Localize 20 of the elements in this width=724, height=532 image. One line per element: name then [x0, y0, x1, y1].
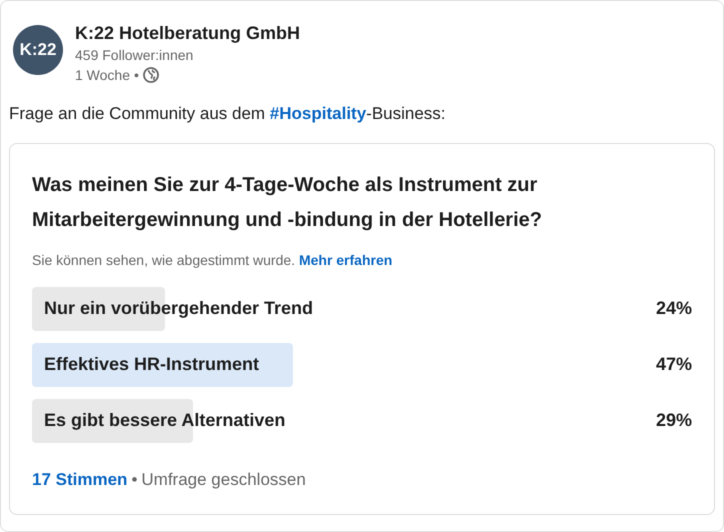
option-percent: 24% — [656, 297, 692, 320]
poll-question: Was meinen Sie zur 4-Tage-Woche als Instrument zur Mitarbeitergewinnung und -bindung in der Hotellerie? — [32, 172, 543, 232]
company-avatar[interactable]: K:22 — [13, 25, 63, 75]
option-percent: 47% — [656, 353, 692, 376]
option-percent: 29% — [656, 409, 692, 432]
learn-more-link[interactable]: Mehr erfahren — [298, 252, 392, 268]
follower-count: 459 Follower:innen — [75, 46, 194, 65]
separator-dot: • — [134, 66, 139, 85]
globe-icon — [142, 67, 159, 83]
hashtag-link[interactable]: #Hospitality — [270, 104, 366, 123]
option-label: Effektives HR-Instrument — [43, 353, 260, 376]
votes-link[interactable]: 17 Stimmen — [32, 466, 128, 492]
poll-status: Umfrage geschlossen — [141, 468, 306, 490]
author-name[interactable]: K:22 Hotelberatung GmbH — [75, 21, 300, 45]
post-time: 1 Woche — [75, 66, 130, 85]
option-label: Nur ein vorübergehender Trend — [43, 297, 314, 320]
separator-dot: • — [131, 468, 138, 490]
poll-visibility-note: Sie können sehen, wie abgestimmt wurde. Mehr erfahren — [32, 250, 394, 270]
post-text: Frage an die Community aus dem #Hospitality-Business: — [9, 103, 447, 125]
option-label: Es gibt bessere Alternativen — [43, 409, 286, 432]
